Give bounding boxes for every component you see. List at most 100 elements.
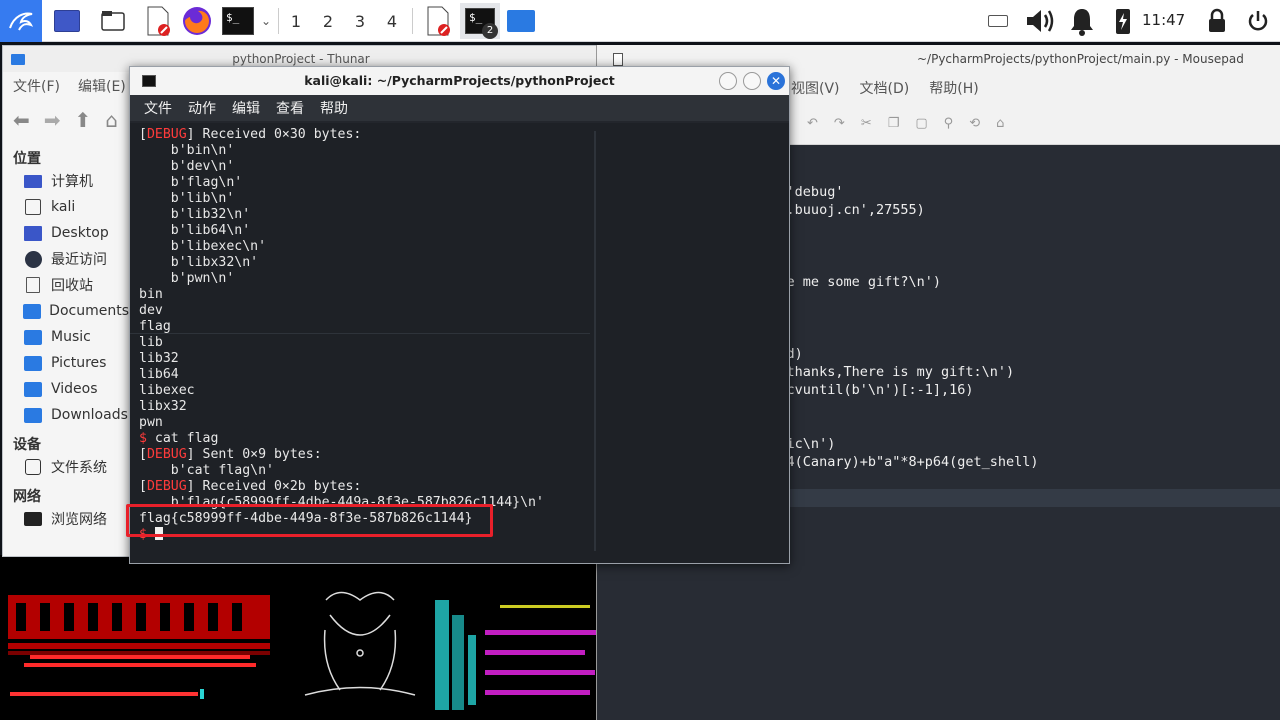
close-icon: ✕: [770, 74, 782, 88]
taskbar-mousepad[interactable]: [420, 3, 456, 39]
cut-button[interactable]: ✂: [861, 116, 872, 131]
sidebar-item-trash[interactable]: 回收站: [3, 272, 129, 298]
keyboard-indicator[interactable]: [985, 0, 1011, 42]
forward-button[interactable]: ➡: [44, 108, 61, 132]
sidebar-item-computer[interactable]: 计算机: [3, 168, 129, 194]
text-editor-launcher[interactable]: [140, 3, 176, 39]
music-folder-icon: [23, 328, 43, 346]
menu-file[interactable]: 文件: [144, 98, 172, 118]
terminal-line-text: b'bin\n': [139, 143, 235, 158]
sidebar-item-browse-network[interactable]: 浏览网络: [3, 506, 129, 532]
home-button[interactable]: ⌂: [105, 108, 118, 132]
workspace-3[interactable]: 3: [345, 3, 375, 39]
sidebar-item-documents[interactable]: Documents: [3, 298, 129, 324]
terminal-line-text: flag: [139, 319, 171, 334]
lock-screen-button[interactable]: [1204, 0, 1230, 42]
menu-edit[interactable]: 编辑: [232, 98, 260, 118]
kali-menu-button[interactable]: [0, 0, 42, 42]
terminal-line: libx32: [139, 399, 187, 415]
places-header: 位置: [13, 151, 41, 167]
power-indicator[interactable]: [1110, 0, 1136, 42]
menu-document[interactable]: 文档(D): [860, 78, 910, 98]
battery-charging-icon: [1116, 9, 1130, 34]
workspace-2[interactable]: 2: [313, 3, 343, 39]
redo-button[interactable]: ↷: [834, 116, 845, 131]
menu-help[interactable]: 帮助: [320, 98, 348, 118]
recent-icon: [23, 250, 43, 268]
show-desktop-button[interactable]: [52, 3, 82, 39]
terminal-line-text: lib: [139, 335, 163, 350]
pictures-folder-icon: [23, 354, 43, 372]
terminal-line-text: dev: [139, 303, 163, 318]
window-title: pythonProject - Thunar: [232, 52, 370, 66]
thunar-sidebar: 位置 计算机 kali Desktop 最近访问 回收站 Documents M…: [3, 142, 129, 532]
taskbar-terminal-group[interactable]: $_ 2: [460, 3, 500, 39]
lock-icon: [1209, 8, 1225, 32]
downloads-folder-icon: [23, 406, 43, 424]
file-manager-launcher[interactable]: [96, 3, 130, 39]
terminal-line-text: ] Received 0×2b bytes:: [186, 479, 362, 494]
paste-button[interactable]: ▢: [915, 116, 927, 131]
sidebar-item-music[interactable]: Music: [3, 324, 129, 350]
back-button[interactable]: ⬅: [13, 108, 30, 132]
sidebar-item-downloads[interactable]: Downloads: [3, 402, 129, 428]
videos-folder-icon: [23, 380, 43, 398]
window-title: ~/PycharmProjects/pythonProject/main.py …: [917, 52, 1244, 66]
folder-icon: [507, 10, 535, 32]
launcher-dropdown[interactable]: ⌄: [258, 3, 274, 39]
copy-button[interactable]: ❐: [888, 116, 900, 131]
terminal-line-text: ] Received 0×30 bytes:: [186, 127, 362, 142]
flag-highlight-box: [126, 504, 493, 537]
sidebar-item-desktop[interactable]: Desktop: [3, 220, 129, 246]
terminal-titlebar[interactable]: kali@kali: ~/PycharmProjects/pythonProje…: [130, 67, 789, 95]
terminal-line-text: b'libx32\n': [139, 255, 259, 270]
ascii-art-wallpaper: [8, 591, 600, 710]
find-button[interactable]: ⚲: [944, 116, 954, 131]
clock[interactable]: 11:47: [1142, 11, 1185, 29]
terminal-line-text: b'lib64\n': [139, 223, 251, 238]
maximize-button[interactable]: [743, 72, 761, 90]
sidebar-item-filesystem[interactable]: 文件系统: [3, 454, 129, 480]
menu-edit[interactable]: 编辑(E): [78, 76, 126, 96]
terminal-line-text: b'flag\n': [139, 175, 243, 190]
logout-button[interactable]: [1244, 0, 1272, 42]
terminal-line-text: b'lib32\n': [139, 207, 251, 222]
desktop-folder-icon: [23, 224, 43, 242]
menu-help[interactable]: 帮助(H): [929, 78, 978, 98]
network-header: 网络: [13, 489, 41, 505]
goto-button[interactable]: ⌂: [996, 116, 1004, 131]
folder-icon: [11, 54, 25, 65]
menu-file[interactable]: 文件(F): [13, 76, 60, 96]
taskbar-thunar[interactable]: [504, 3, 538, 39]
menu-action[interactable]: 动作: [188, 98, 216, 118]
debug-tag: DEBUG: [146, 447, 187, 462]
up-button[interactable]: ⬆: [75, 108, 92, 132]
menu-view[interactable]: 视图(V): [791, 78, 840, 98]
terminal-window: kali@kali: ~/PycharmProjects/pythonProje…: [129, 66, 790, 564]
replace-button[interactable]: ⟲: [969, 116, 980, 131]
minimize-button[interactable]: [719, 72, 737, 90]
search-icon: ⚲: [943, 116, 954, 131]
text-editor-icon: [147, 6, 170, 36]
top-panel: $_ ⌄ 1 2 3 4 $_ 2 11:47: [0, 0, 1280, 42]
sidebar-item-pictures[interactable]: Pictures: [3, 350, 129, 376]
terminal-line-text: lib32: [139, 351, 179, 366]
terminal-menubar: 文件 动作 编辑 查看 帮助: [130, 95, 789, 121]
keyboard-icon: [988, 15, 1008, 27]
terminal-output[interactable]: [DEBUG] Received 0×30 bytes: b'bin\n' b'…: [130, 123, 789, 563]
notifications-button[interactable]: [1066, 0, 1098, 42]
volume-control[interactable]: [1022, 0, 1058, 42]
shell-prompt: $: [139, 431, 147, 446]
undo-button[interactable]: ↶: [807, 116, 818, 131]
close-button[interactable]: ✕: [767, 72, 785, 90]
terminal-launcher[interactable]: $_: [220, 3, 256, 39]
sidebar-item-recent[interactable]: 最近访问: [3, 246, 129, 272]
replace-icon: ⟲: [969, 116, 981, 131]
sidebar-item-kali[interactable]: kali: [3, 194, 129, 220]
firefox-launcher[interactable]: [178, 3, 216, 39]
workspace-4[interactable]: 4: [377, 3, 407, 39]
kali-dragon-icon: [9, 12, 34, 31]
sidebar-item-videos[interactable]: Videos: [3, 376, 129, 402]
menu-view[interactable]: 查看: [276, 98, 304, 118]
workspace-1[interactable]: 1: [281, 3, 311, 39]
